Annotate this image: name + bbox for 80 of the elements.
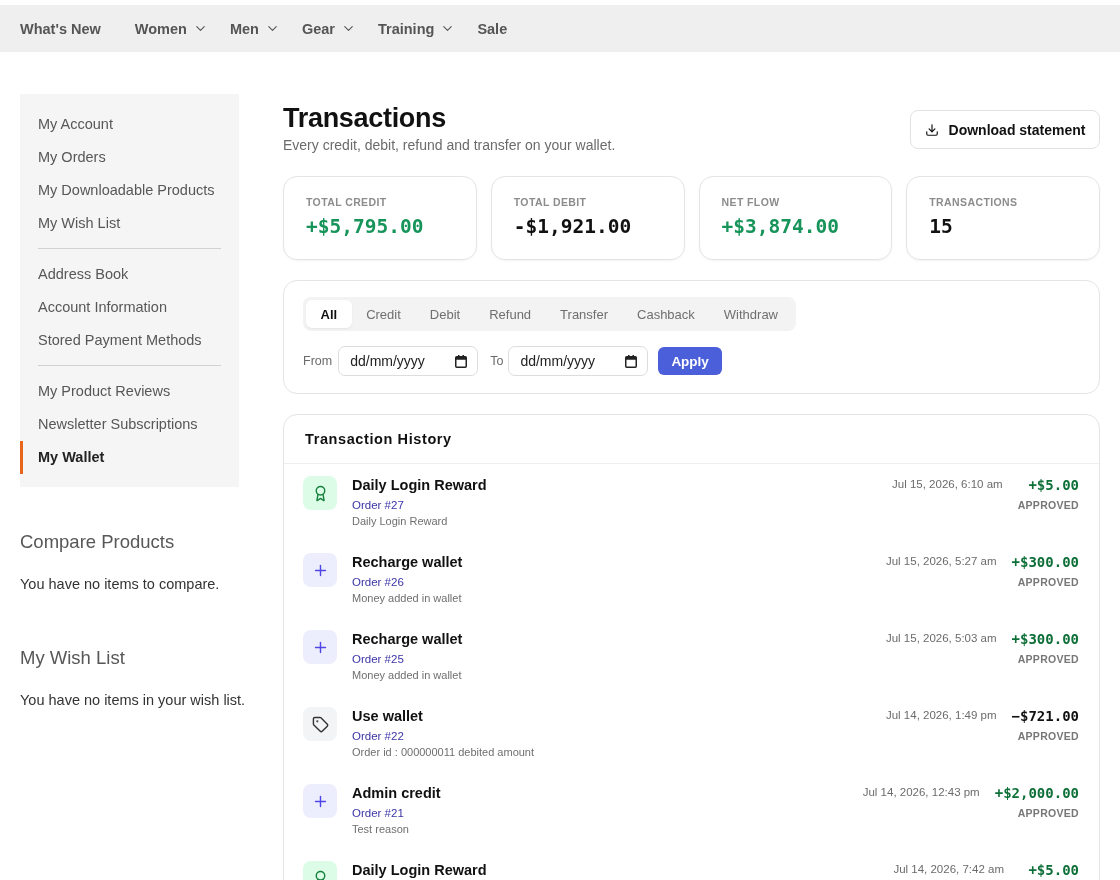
field-label: To xyxy=(490,354,504,368)
stat-value: +$5,795.00 xyxy=(306,215,424,239)
download-icon xyxy=(924,122,939,137)
calendar-icon[interactable] xyxy=(455,354,468,368)
order-link[interactable]: Order #21 xyxy=(352,805,404,821)
sidebar-link[interactable]: My Wallet xyxy=(20,441,239,474)
order-link[interactable]: Order #26 xyxy=(352,574,404,590)
transaction-amount: +$2,000.00 xyxy=(994,784,1079,802)
block-text: You have no items in your wish list. xyxy=(20,691,246,710)
filter-tab[interactable]: Debit xyxy=(415,300,475,328)
transaction-amount: −$721.00 xyxy=(1011,707,1079,725)
field-label: From xyxy=(303,354,333,368)
page-subtitle: Every credit, debit, refund and transfer on your wallet. xyxy=(283,136,616,154)
filter-tab[interactable]: Transfer xyxy=(545,300,623,328)
transaction-date: Jul 14, 2026, 1:49 pm xyxy=(885,708,997,723)
date-field[interactable]: dd/mm/yyyy xyxy=(338,346,479,376)
order-link[interactable]: Order #27 xyxy=(352,497,404,513)
block-title: My Wish List xyxy=(20,646,125,670)
transaction-amount: +$300.00 xyxy=(1011,630,1079,648)
sidebar-link[interactable]: My Account xyxy=(20,108,239,141)
calendar-icon[interactable] xyxy=(625,354,638,368)
filter-tab[interactable]: All xyxy=(306,300,352,328)
stat-label: NET FLOW xyxy=(721,195,780,209)
stat-label: TRANSACTIONS xyxy=(929,195,1018,209)
sidebar-link[interactable]: My Product Reviews xyxy=(20,375,239,408)
filter-tab[interactable]: Withdraw xyxy=(709,300,793,328)
order-link[interactable]: Order #22 xyxy=(352,728,404,744)
date-field[interactable]: dd/mm/yyyy xyxy=(508,346,649,376)
nav-link[interactable]: Training xyxy=(377,20,456,37)
card-title: Transaction History xyxy=(305,431,452,447)
block-text: You have no items to compare. xyxy=(20,575,220,594)
status-label: APPROVED xyxy=(1017,652,1079,667)
transaction-date: Jul 15, 2026, 5:03 am xyxy=(885,631,997,646)
transaction-amount: +$5.00 xyxy=(1028,476,1079,494)
nav-link[interactable]: What's New xyxy=(20,20,101,37)
transaction-title: Daily Login Reward xyxy=(352,476,487,494)
download-button[interactable]: Download statement xyxy=(910,110,1100,149)
transaction-note: Daily Login Reward xyxy=(352,514,448,529)
order-link[interactable]: Order #25 xyxy=(352,651,404,667)
sidebar-link[interactable]: Account Information xyxy=(20,291,239,324)
transaction-note: Order id : 000000011 debited amount xyxy=(352,745,535,760)
sidebar-link[interactable]: My Orders xyxy=(20,141,239,174)
transaction-title: Use wallet xyxy=(352,707,423,725)
transaction-title: Admin credit xyxy=(352,784,441,802)
transaction-date: Jul 14, 2026, 7:42 am xyxy=(893,862,1004,877)
sidebar-link[interactable]: Newsletter Subscriptions xyxy=(20,408,239,441)
sidebar-link[interactable]: My Wish List xyxy=(20,207,239,240)
transaction-date: Jul 15, 2026, 6:10 am xyxy=(892,477,1003,492)
status-label: APPROVED xyxy=(1017,729,1079,744)
transaction-note: Money added in wallet xyxy=(352,668,462,683)
transaction-amount: +$300.00 xyxy=(1011,553,1079,571)
apply-button[interactable]: Apply xyxy=(658,347,722,375)
stat-label: TOTAL CREDIT xyxy=(306,195,387,209)
status-label: APPROVED xyxy=(1017,806,1079,821)
nav-link[interactable]: Sale xyxy=(477,20,508,37)
sidebar-link[interactable]: Stored Payment Methods xyxy=(20,324,239,357)
transaction-date: Jul 14, 2026, 12:43 pm xyxy=(862,785,980,800)
sidebar-link[interactable]: Address Book xyxy=(20,258,239,291)
transaction-note: Money added in wallet xyxy=(352,591,462,606)
transaction-title: Recharge wallet xyxy=(352,630,463,648)
transaction-note: Test reason xyxy=(352,822,409,837)
transaction-title: Daily Login Reward xyxy=(352,861,487,879)
nav-link[interactable]: Gear xyxy=(301,20,356,37)
nav-link[interactable]: Men xyxy=(229,20,280,37)
stat-value: 15 xyxy=(929,215,953,239)
stat-value: -$1,921.00 xyxy=(513,215,632,239)
status-label: APPROVED xyxy=(1017,498,1079,513)
stat-label: TOTAL DEBIT xyxy=(513,195,587,209)
status-label: APPROVED xyxy=(1017,575,1079,590)
page-title: Transactions xyxy=(283,102,447,134)
sidebar-link[interactable]: My Downloadable Products xyxy=(20,174,239,207)
transaction-title: Recharge wallet xyxy=(352,553,463,571)
filter-tab[interactable]: Cashback xyxy=(622,300,710,328)
stat-value: +$3,874.00 xyxy=(721,215,839,239)
filter-tab[interactable]: Refund xyxy=(474,300,546,328)
filter-tab[interactable]: Credit xyxy=(351,300,416,328)
nav-link[interactable]: Women xyxy=(134,20,208,37)
transaction-date: Jul 15, 2026, 5:27 am xyxy=(885,554,997,569)
block-title: Compare Products xyxy=(20,530,175,554)
transaction-amount: +$5.00 xyxy=(1028,861,1079,879)
